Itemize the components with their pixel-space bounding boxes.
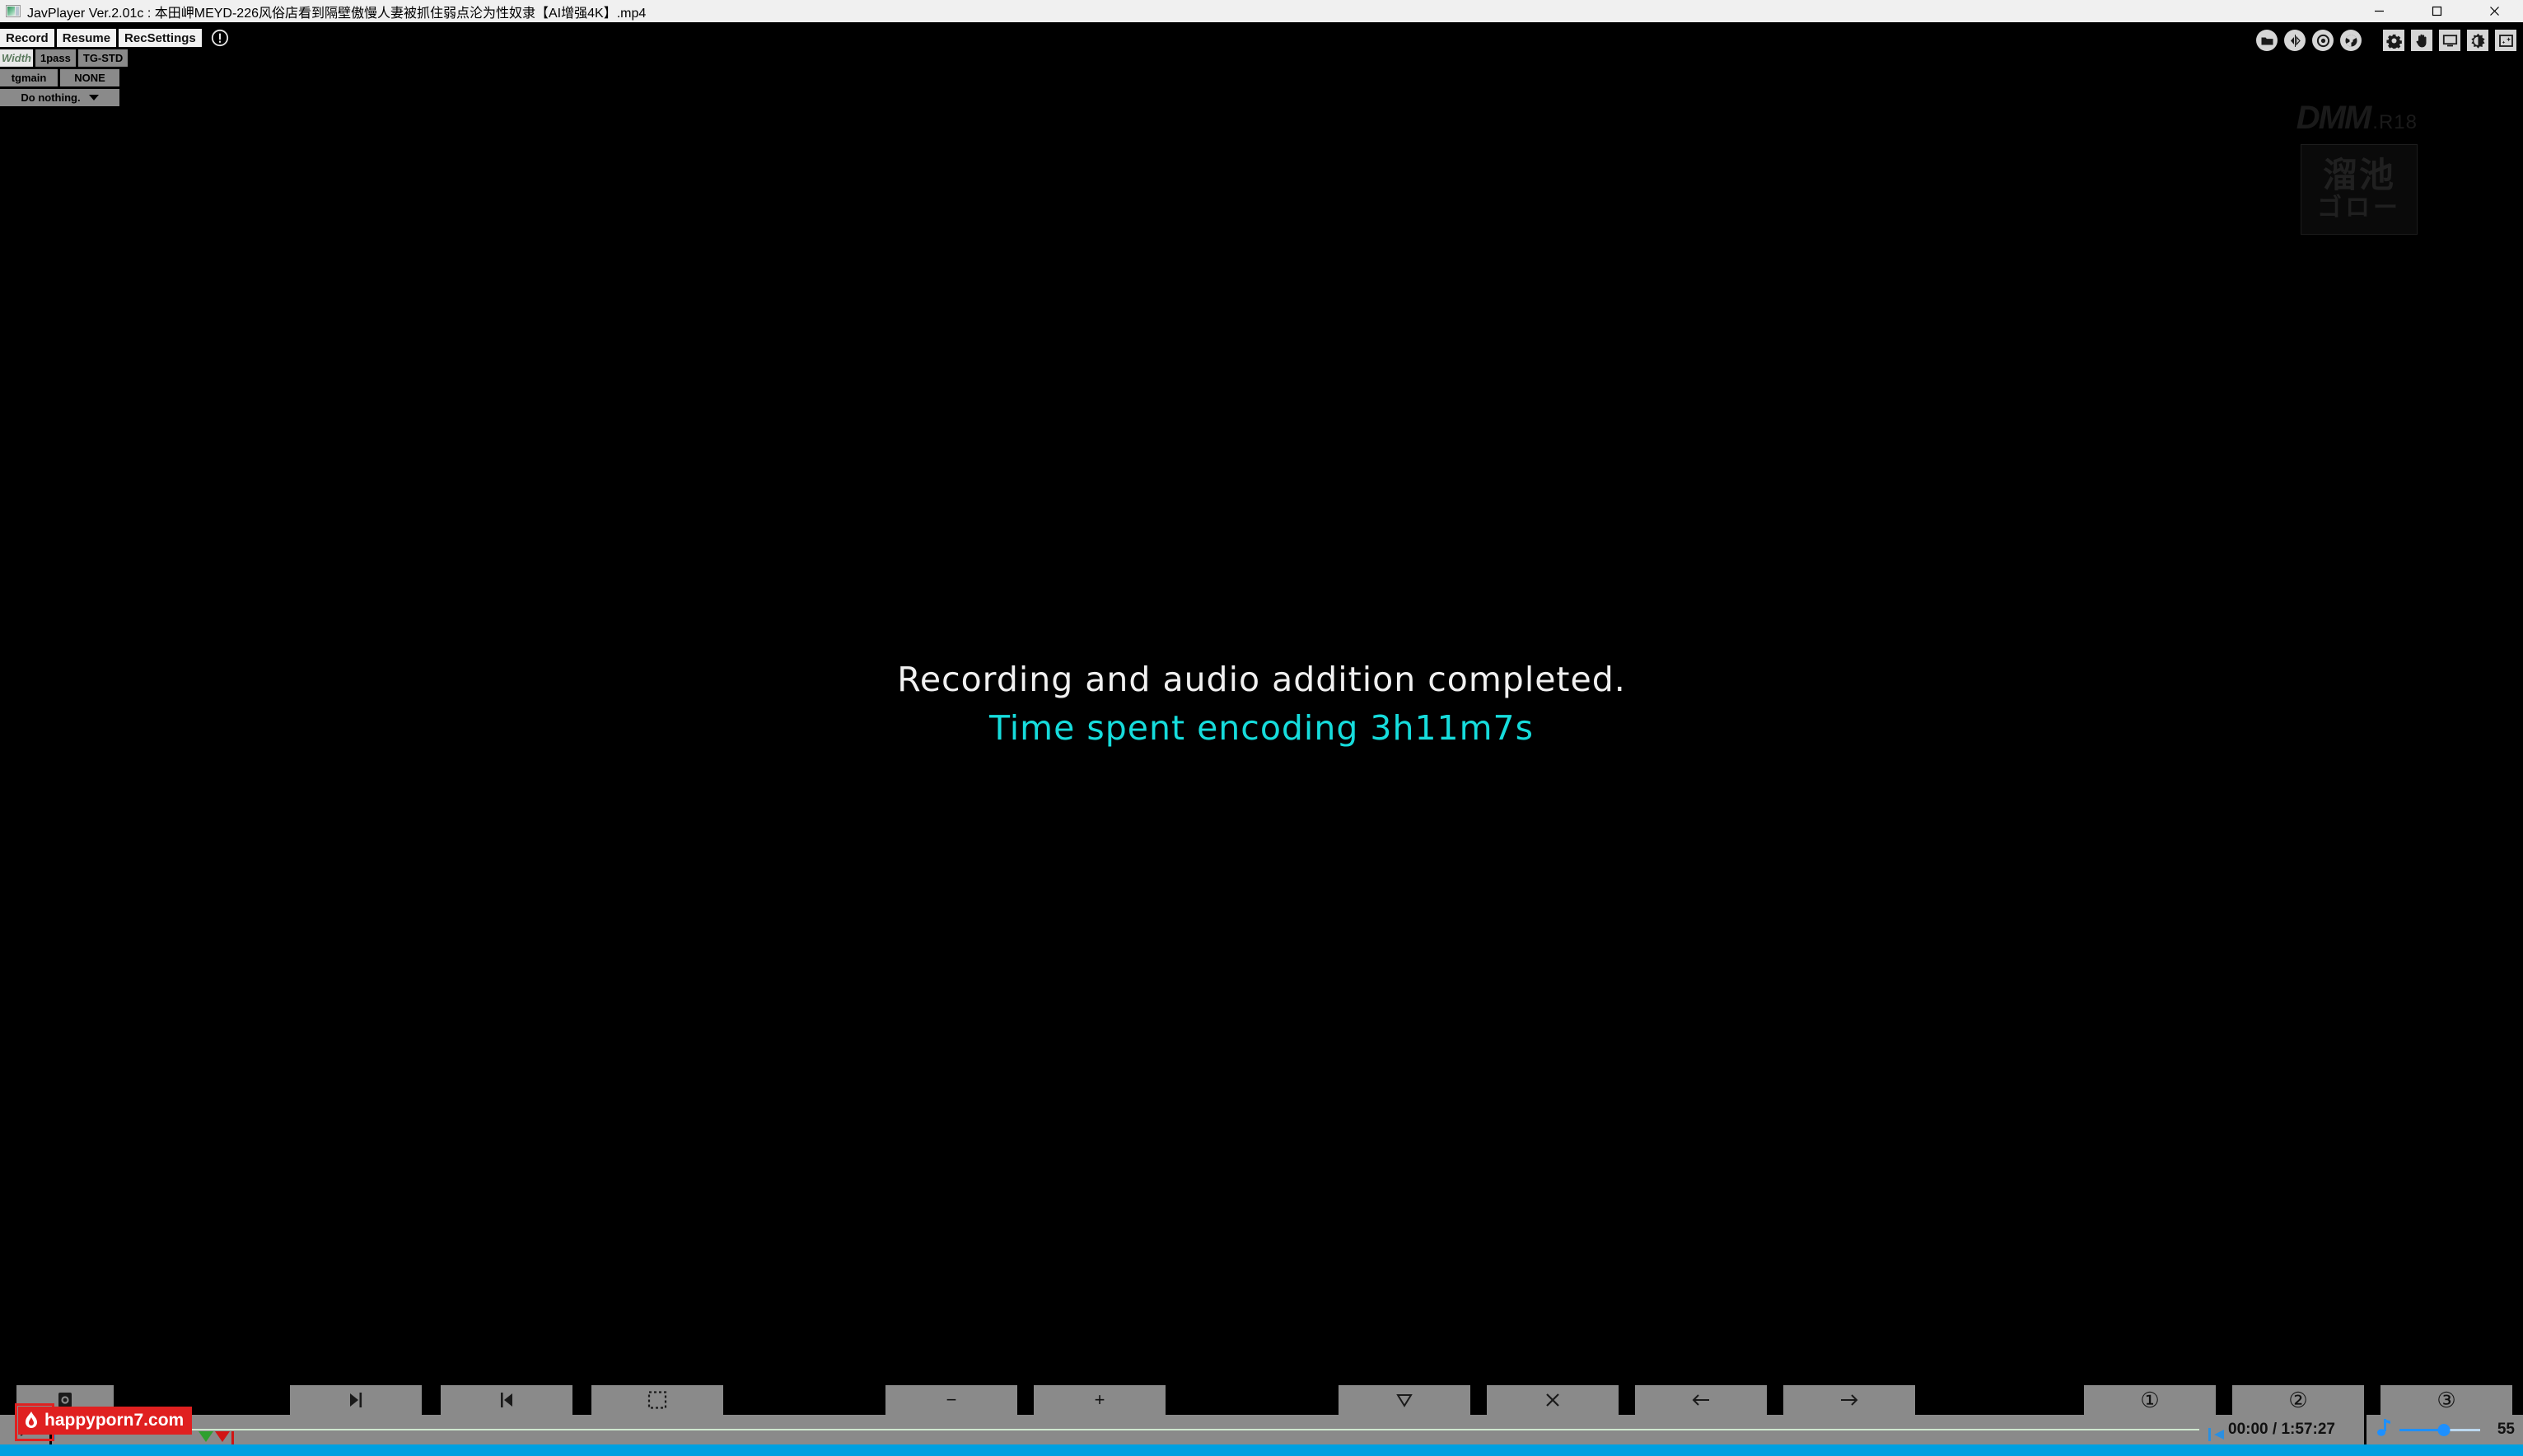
folder-icon[interactable] — [2256, 30, 2278, 51]
zoom-in-button[interactable]: + — [1034, 1385, 1166, 1415]
volume-slider[interactable] — [2399, 1421, 2480, 1438]
resume-button[interactable]: Resume — [56, 29, 117, 47]
model-settings-row: tgmain NONE — [0, 69, 229, 86]
rec-settings-button[interactable]: RecSettings — [119, 29, 202, 47]
preset-2-button[interactable]: ② — [2232, 1385, 2364, 1415]
control-button-bar: − + ① ② ③ — [0, 1385, 2523, 1415]
seek-markers — [199, 1431, 234, 1444]
encoder-settings-row: Width 1pass TG-STD — [0, 49, 229, 67]
select-region-button[interactable] — [591, 1385, 723, 1415]
time-display-text: 00:00 / 1:57:27 — [2228, 1421, 2335, 1438]
preset-1-button[interactable]: ① — [2084, 1385, 2216, 1415]
monitor-icon[interactable] — [2439, 30, 2460, 51]
status-message-primary: Recording and audio addition completed. — [897, 660, 1626, 699]
marker-bar-icon — [231, 1431, 234, 1444]
volume-control[interactable]: 55 — [2366, 1415, 2523, 1444]
zoom-out-button[interactable]: − — [885, 1385, 1017, 1415]
minimize-button[interactable] — [2350, 0, 2408, 22]
exclamation-circle-icon[interactable] — [211, 29, 229, 47]
preset-3-button[interactable]: ③ — [2380, 1385, 2512, 1415]
hand-icon[interactable] — [2411, 30, 2432, 51]
marker-start-icon — [199, 1431, 213, 1442]
after-action-row: Do nothing. — [0, 89, 229, 106]
volume-value: 55 — [2497, 1421, 2515, 1438]
music-note-icon — [2375, 1417, 2393, 1443]
dmm-watermark: DMM .R18 溜池 ゴロー — [2253, 101, 2418, 235]
seek-slider[interactable] — [52, 1415, 2199, 1444]
record-target-icon[interactable] — [2312, 30, 2334, 51]
window-title: JavPlayer Ver.2.01c : 本田岬MEYD-226风俗店看到隔壁… — [27, 6, 647, 21]
time-display: 00:00 / 1:57:27 — [2199, 1415, 2364, 1444]
close-clip-button[interactable] — [1487, 1385, 1619, 1415]
studio-logo-line2: ゴロー — [2317, 194, 2401, 222]
site-watermark-text: happyporn7.com — [44, 1411, 185, 1430]
recording-buttons-row: Record Resume RecSettings — [0, 29, 229, 47]
pinwheel-icon[interactable] — [2340, 30, 2362, 51]
chevron-down-icon — [88, 95, 99, 100]
site-watermark-banner[interactable]: happyporn7.com — [18, 1407, 193, 1435]
marker-end-icon — [215, 1431, 230, 1442]
after-action-label: Do nothing. — [21, 91, 81, 104]
dmm-brand-row: DMM .R18 — [2253, 101, 2418, 134]
title-bar: JavPlayer Ver.2.01c : 本田岬MEYD-226风俗店看到隔壁… — [0, 0, 2523, 22]
window-controls — [2350, 0, 2523, 22]
recording-panel: Record Resume RecSettings Width 1pass TG… — [0, 29, 229, 106]
dmm-brand-text: DMM — [2296, 100, 2372, 136]
flame-logo-icon — [23, 1411, 40, 1430]
after-action-dropdown[interactable]: Do nothing. — [0, 89, 119, 106]
volume-knob[interactable] — [2437, 1424, 2451, 1436]
maximize-button[interactable] — [2408, 0, 2465, 22]
tgmain-button[interactable]: tgmain — [0, 69, 58, 86]
seek-track-line — [52, 1429, 2199, 1430]
app-icon — [6, 5, 21, 17]
dropdown-button[interactable] — [1339, 1385, 1470, 1415]
jump-to-start-icon[interactable] — [2206, 1427, 2231, 1442]
studio-logo-box: 溜池 ゴロー — [2301, 144, 2418, 235]
none-button[interactable]: NONE — [60, 69, 119, 86]
gear-icon[interactable] — [2383, 30, 2404, 51]
video-canvas[interactable]: Record Resume RecSettings Width 1pass TG… — [0, 22, 2523, 1385]
step-back-button[interactable] — [1635, 1385, 1767, 1415]
width-input[interactable]: Width — [0, 49, 33, 67]
mark-in-button[interactable] — [441, 1385, 572, 1415]
status-message-secondary: Time spent encoding 3h11m7s — [989, 708, 1534, 748]
mark-out-button[interactable] — [290, 1385, 422, 1415]
status-message: Recording and audio addition completed. … — [0, 22, 2523, 1385]
video-tools-toolbar — [2256, 30, 2516, 51]
tg-preset-button[interactable]: TG-STD — [77, 49, 128, 67]
flip-horizontal-icon[interactable] — [2284, 30, 2306, 51]
studio-logo-line1: 溜池 — [2322, 156, 2395, 194]
pass-mode-button[interactable]: 1pass — [35, 49, 76, 67]
record-button[interactable]: Record — [0, 29, 54, 47]
brightness-icon[interactable] — [2467, 30, 2488, 51]
transport-bar: 00:00 / 1:57:27 55 — [0, 1415, 2523, 1444]
close-button[interactable] — [2465, 0, 2523, 22]
dmm-rating-text: .R18 — [2372, 111, 2418, 133]
enhance-sparkle-icon[interactable] — [2495, 30, 2516, 51]
taskbar-strip — [0, 1444, 2523, 1456]
step-forward-button[interactable] — [1783, 1385, 1915, 1415]
